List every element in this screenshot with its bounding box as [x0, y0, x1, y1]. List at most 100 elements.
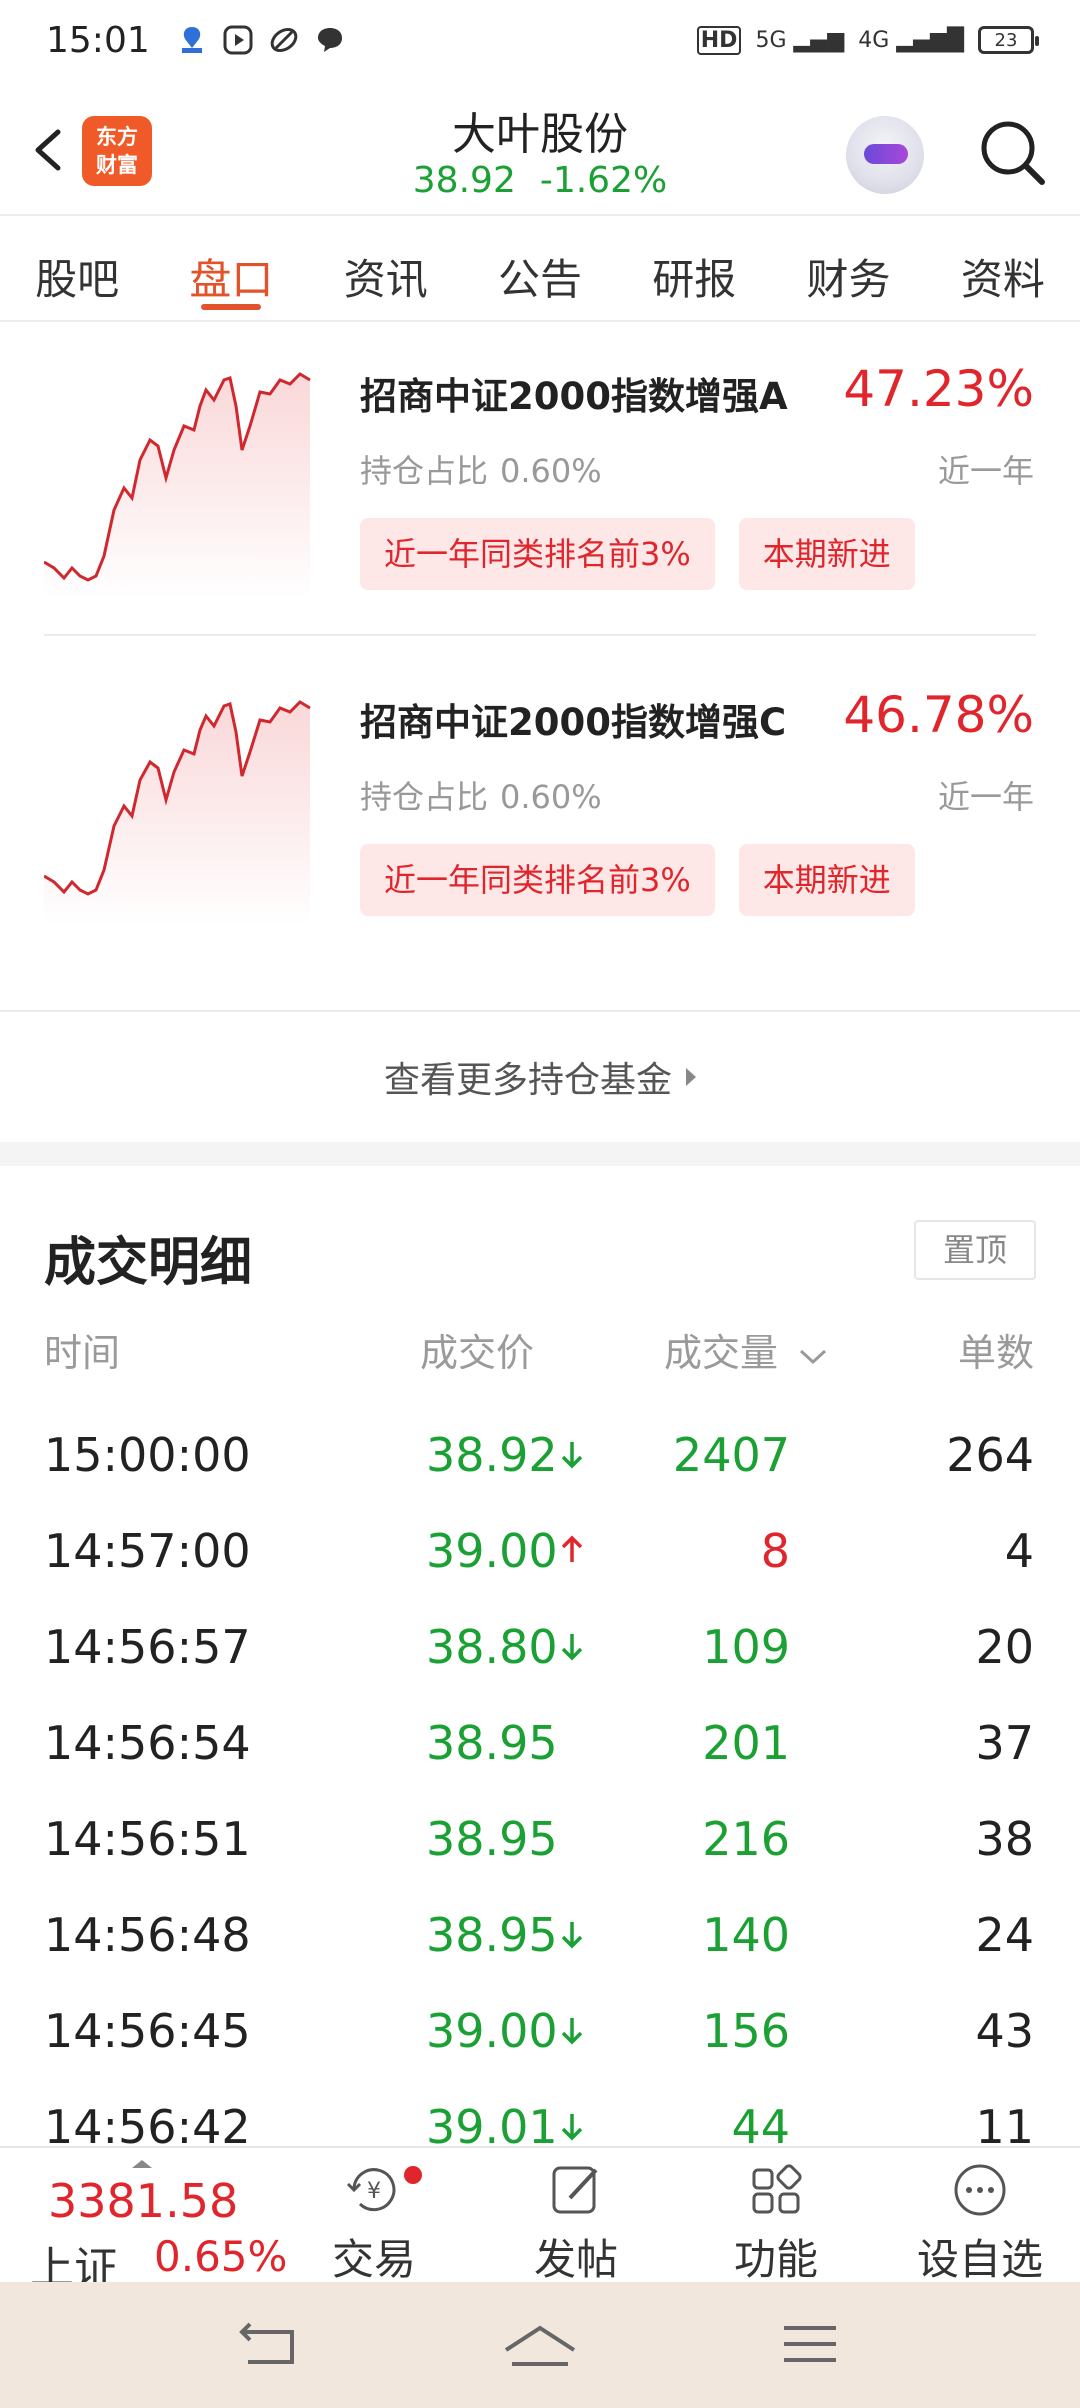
col-count: 单数 [957, 1331, 1034, 1375]
table-row: 14:56:45 39.00 156 43 [0, 2004, 1080, 2100]
fund-holding: 持仓占比 0.60% [360, 452, 602, 490]
caret-up-icon [132, 2160, 152, 2168]
trade-volume: 2407 [672, 1428, 790, 1482]
fund-card[interactable]: 招商中证2000指数增强A 47.23% 持仓占比 0.60% 近一年 近一年同类… [0, 330, 1080, 656]
table-row: 14:56:54 38.95 201 37 [0, 1716, 1080, 1812]
system-menu-icon[interactable] [760, 2310, 860, 2380]
chevron-down-icon [800, 1349, 827, 1364]
tab-research[interactable]: 研报 [617, 218, 771, 320]
tab-finance[interactable]: 财务 [771, 218, 925, 320]
stock-change-pct: -1.62% [539, 160, 668, 201]
more-funds-link[interactable]: 查看更多持仓基金 [0, 1010, 1080, 1142]
trade-time: 14:57:00 [44, 1524, 251, 1578]
notification-icons [176, 24, 346, 56]
stock-price: 38.92 [412, 160, 516, 201]
trade-time: 14:56:51 [44, 1812, 251, 1866]
ranking-tag: 近一年同类排名前3% [360, 518, 715, 590]
section-gap [0, 1142, 1080, 1166]
tab-profile[interactable]: 资料 [926, 218, 1080, 320]
system-home-icon[interactable] [490, 2310, 590, 2380]
trade-price: 38.92 [426, 1428, 558, 1482]
ranking-tag: 近一年同类排名前3% [360, 844, 715, 916]
more-dots-icon [954, 2164, 1006, 2216]
arrow-down-icon [561, 2018, 583, 2045]
triangle-right-icon [686, 1068, 696, 1086]
section-tabs: 股吧 盘口 资讯 公告 研报 财务 资料 [0, 218, 1080, 322]
trade-volume: 140 [702, 1908, 790, 1962]
trade-time: 14:56:54 [44, 1716, 251, 1770]
trade-count: 264 [946, 1428, 1034, 1482]
baidu-map-icon [181, 27, 202, 53]
fund-tags: 近一年同类排名前3% 本期新进 [360, 844, 915, 916]
fund-trend-sparkline [44, 700, 311, 926]
trade-price: 38.95 [426, 1716, 558, 1770]
trade-time: 15:00:00 [44, 1428, 251, 1482]
index-ticker[interactable]: 3381.58 上证 0.65% [30, 2160, 290, 2294]
pin-top-button[interactable]: 置顶 [914, 1220, 1036, 1280]
nav-trade[interactable]: ¥ 交易 [294, 2158, 454, 2284]
trade-time: 14:56:45 [44, 2004, 251, 2058]
trade-volume: 8 [760, 1524, 790, 1578]
search-icon[interactable] [974, 114, 1052, 192]
tab-pankou[interactable]: 盘口 [154, 218, 308, 320]
video-player-icon [223, 25, 253, 55]
notification-dot [404, 2166, 422, 2184]
trade-time: 14:56:48 [44, 1908, 251, 1962]
trade-price: 38.80 [426, 1620, 558, 1674]
index-change-pct: 0.65% [154, 2232, 288, 2281]
table-row: 14:56:51 38.95 216 38 [0, 1812, 1080, 1908]
signal-5g: 5G ▂▄▆ [755, 27, 845, 53]
svg-text:¥: ¥ [367, 2179, 381, 2204]
bottom-nav: 3381.58 上证 0.65% ¥ 交易 发帖 功能 设自选 [0, 2146, 1080, 2294]
fund-trend-sparkline [44, 372, 311, 600]
battery-icon: 23 [978, 26, 1039, 54]
nav-post[interactable]: 发帖 [496, 2158, 656, 2284]
trade-yen-icon: ¥ [346, 2168, 396, 2212]
col-price: 成交价 [420, 1331, 535, 1375]
trade-count: 43 [975, 2004, 1034, 2058]
fund-tags: 近一年同类排名前3% 本期新进 [360, 518, 915, 590]
arrow-down-icon [561, 1442, 583, 1469]
fund-card[interactable]: 招商中证2000指数增强C 46.78% 持仓占比 0.60% 近一年 近一年同类… [0, 656, 1080, 982]
divider [44, 634, 1036, 636]
tab-guba[interactable]: 股吧 [0, 218, 154, 320]
trade-price: 38.95 [426, 1812, 558, 1866]
link-app-icon [270, 28, 298, 52]
arrow-up-icon [561, 1535, 583, 1562]
table-row: 14:56:48 38.95 140 24 [0, 1908, 1080, 2004]
table-row: 14:57:00 39.00 8 4 [0, 1524, 1080, 1620]
assistant-robot-avatar[interactable] [846, 116, 924, 194]
signal-bars-icon: ▂▄▆█ [896, 27, 964, 53]
trade-time: 14:56:57 [44, 1620, 251, 1674]
system-back-icon[interactable] [220, 2310, 320, 2380]
arrow-down-icon [561, 1922, 583, 1949]
signal-4g: 4G ▂▄▆█ [858, 27, 964, 53]
trades-title: 成交明细 [44, 1233, 253, 1293]
grid-functions-icon [752, 2164, 802, 2214]
trade-volume: 201 [702, 1716, 790, 1770]
index-price: 3381.58 [48, 2174, 239, 2228]
fund-name: 招商中证2000指数增强C [360, 701, 787, 744]
trade-price: 38.95 [426, 1908, 558, 1962]
message-bubble-icon [317, 28, 342, 52]
fund-holding: 持仓占比 0.60% [360, 778, 602, 816]
new-entry-tag: 本期新进 [738, 844, 915, 916]
status-time: 15:01 [46, 19, 150, 61]
trade-count: 24 [975, 1908, 1034, 1962]
col-volume-sort[interactable]: 成交量 [664, 1322, 830, 1377]
tab-announcements[interactable]: 公告 [463, 218, 617, 320]
robot-visor-icon [864, 144, 908, 164]
trade-volume: 156 [702, 2004, 790, 2058]
nav-add-watchlist[interactable]: 设自选 [900, 2158, 1060, 2284]
new-entry-tag: 本期新进 [738, 518, 915, 590]
fund-name: 招商中证2000指数增强A [360, 375, 788, 418]
system-nav-bar [0, 2282, 1080, 2408]
nav-functions[interactable]: 功能 [696, 2158, 856, 2284]
trade-price: 39.00 [426, 1524, 558, 1578]
fund-return: 47.23% [843, 360, 1034, 418]
tab-news[interactable]: 资讯 [309, 218, 463, 320]
trade-count: 38 [975, 1812, 1034, 1866]
trade-volume: 216 [702, 1812, 790, 1866]
system-status-icons: HD 5G ▂▄▆ 4G ▂▄▆█ 23 [696, 25, 1039, 55]
arrow-down-icon [561, 1634, 583, 1661]
